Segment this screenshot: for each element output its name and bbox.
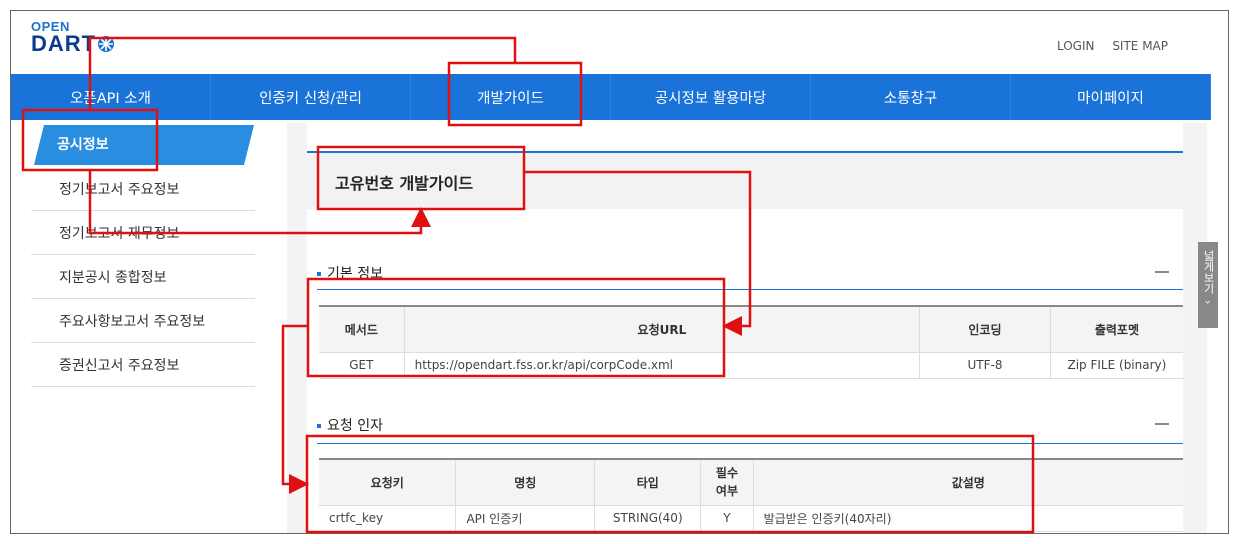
- browser-frame: OPEN DART LOGIN SITE MAP 오픈API 소개 인증키 신청…: [10, 10, 1229, 534]
- sidebar-active-label: 공시정보: [57, 137, 109, 153]
- section-params-title: 요청 인자: [317, 415, 383, 435]
- nav-item-key-apply[interactable]: 인증키 신청/관리: [211, 74, 411, 120]
- header-request-key: 요청키: [319, 458, 456, 505]
- section-basic-divider: [317, 289, 1183, 290]
- request-params-table: 요청키 명칭 타입 필수 여부 값설명 crtfc_key API 인증키 STR…: [319, 458, 1183, 532]
- login-link[interactable]: LOGIN: [1057, 39, 1095, 53]
- header-name: 명칭: [455, 458, 595, 505]
- header-request-url: 요청URL: [403, 305, 920, 352]
- cell-required: Y: [700, 504, 754, 532]
- bullet-icon: [317, 272, 321, 276]
- basic-info-table: 메서드 요청URL 인코딩 출력포멧 GET https://opendart.…: [319, 305, 1183, 379]
- page-title-box: 고유번호 개발가이드: [307, 151, 1183, 209]
- logo-dart-text: DART: [31, 33, 115, 55]
- dart-globe-icon: [98, 36, 115, 52]
- wide-view-label: 넓게보기: [1202, 250, 1215, 294]
- cell-type: STRING(40): [594, 504, 701, 532]
- cell-output-format: Zip FILE (binary): [1049, 351, 1183, 379]
- header-output-format: 출력포멧: [1049, 305, 1183, 352]
- header-required: 필수 여부: [700, 458, 754, 505]
- sitemap-link[interactable]: SITE MAP: [1112, 39, 1168, 53]
- cell-request-url[interactable]: https://opendart.fss.or.kr/api/corpCode.…: [403, 351, 920, 379]
- header-value-desc: 값설명: [752, 458, 1183, 505]
- sidebar-item-periodic-main[interactable]: 정기보고서 주요정보: [31, 167, 255, 211]
- section-params-divider: [317, 443, 1183, 444]
- header-method: 메서드: [319, 305, 405, 352]
- utility-links: LOGIN SITE MAP: [1043, 39, 1168, 53]
- sidebar-item-securities[interactable]: 증권신고서 주요정보: [31, 343, 255, 387]
- main-nav: 오픈API 소개 인증키 신청/관리 개발가이드 공시정보 활용마당 소통창구 …: [11, 74, 1211, 120]
- wide-view-tab[interactable]: 넓게보기 ›: [1198, 242, 1218, 328]
- section-basic-title: 기본 정보: [317, 263, 383, 283]
- sidebar-item-equity[interactable]: 지분공시 종합정보: [31, 255, 255, 299]
- nav-item-mypage[interactable]: 마이페이지: [1011, 74, 1211, 120]
- sidebar: 공시정보 정기보고서 주요정보 정기보고서 재무정보 지분공시 종합정보 주요사…: [31, 123, 255, 387]
- page-title: 고유번호 개발가이드: [335, 174, 474, 193]
- nav-item-communication[interactable]: 소통창구: [811, 74, 1011, 120]
- sidebar-item-periodic-finance[interactable]: 정기보고서 재무정보: [31, 211, 255, 255]
- sidebar-item-major-events[interactable]: 주요사항보고서 주요정보: [31, 299, 255, 343]
- collapse-basic-icon[interactable]: [1155, 271, 1169, 273]
- bullet-icon: [317, 424, 321, 428]
- header-type: 타입: [594, 458, 701, 505]
- open-dart-logo[interactable]: OPEN DART: [31, 19, 115, 55]
- header-encoding: 인코딩: [919, 305, 1051, 352]
- cell-request-key: crtfc_key: [319, 504, 456, 532]
- nav-item-openapi-intro[interactable]: 오픈API 소개: [11, 74, 211, 120]
- sidebar-item-disclosure[interactable]: 공시정보: [31, 123, 255, 167]
- chevron-right-icon: ›: [1201, 300, 1215, 305]
- cell-encoding: UTF-8: [919, 351, 1051, 379]
- cell-name: API 인증키: [455, 504, 595, 532]
- nav-item-disclosure-use[interactable]: 공시정보 활용마당: [611, 74, 811, 120]
- nav-item-dev-guide[interactable]: 개발가이드: [411, 74, 611, 120]
- collapse-params-icon[interactable]: [1155, 423, 1169, 425]
- cell-value-desc: 발급받은 인증키(40자리): [752, 504, 1183, 532]
- main-content: 고유번호 개발가이드 기본 정보 메서드 요청URL 인코딩 출력포멧 GET …: [307, 123, 1183, 533]
- cell-method: GET: [319, 351, 405, 379]
